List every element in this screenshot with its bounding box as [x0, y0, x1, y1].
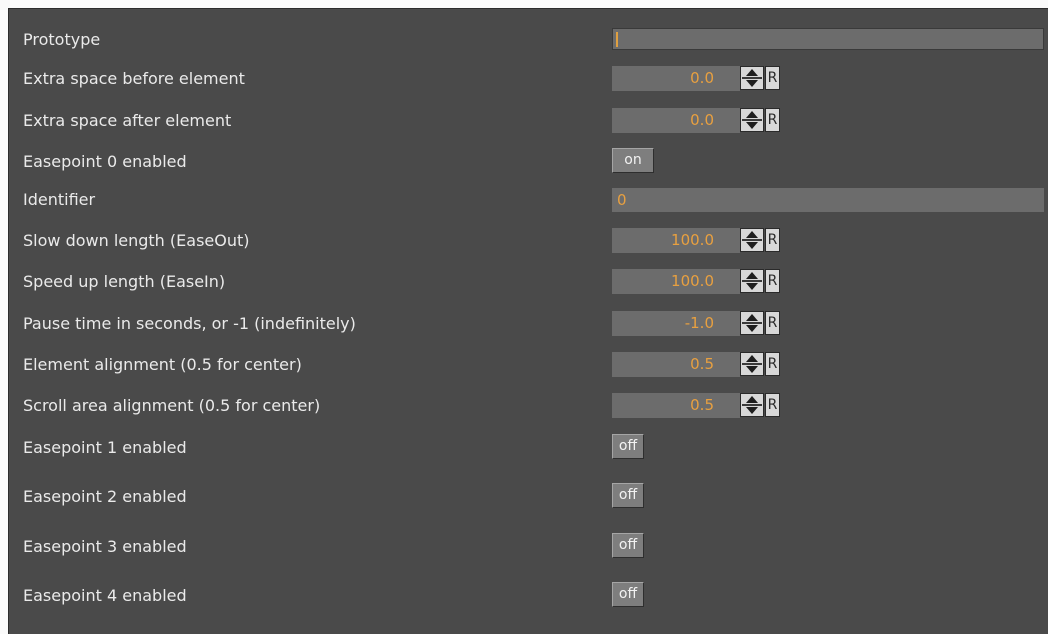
arrow-up-icon[interactable] — [746, 396, 758, 403]
slow-down-length-label: Slow down length (EaseOut) — [23, 231, 250, 250]
easepoint-4-label: Easepoint 4 enabled — [23, 586, 187, 605]
pause-time-reset-button[interactable]: R — [765, 311, 780, 335]
arrow-up-icon[interactable] — [746, 111, 758, 118]
easepoint-3-toggle[interactable]: off — [612, 533, 644, 558]
extra-space-before-spinner[interactable] — [740, 66, 764, 90]
easepoint-0-label: Easepoint 0 enabled — [23, 152, 187, 171]
identifier-label: Identifier — [23, 190, 96, 209]
element-alignment-label: Element alignment (0.5 for center) — [23, 355, 302, 374]
easepoint-2-row: Easepoint 2 enabled off — [9, 483, 1048, 511]
arrow-up-icon[interactable] — [746, 69, 758, 76]
easepoint-4-toggle[interactable]: off — [612, 582, 644, 607]
easepoint-2-label: Easepoint 2 enabled — [23, 487, 187, 506]
easepoint-0-row: Easepoint 0 enabled on — [9, 148, 1048, 176]
scroll-area-alignment-input[interactable]: 0.5 — [612, 393, 740, 418]
speed-up-length-input[interactable]: 100.0 — [612, 269, 740, 294]
extra-space-after-input[interactable]: 0.0 — [612, 108, 740, 133]
spinner-divider — [742, 77, 762, 79]
element-alignment-reset-button[interactable]: R — [765, 352, 780, 376]
properties-panel: Prototype Extra space before element 0.0… — [8, 8, 1048, 634]
arrow-up-icon[interactable] — [746, 231, 758, 238]
speed-up-length-spinner[interactable] — [740, 269, 764, 293]
easepoint-1-toggle[interactable]: off — [612, 434, 644, 459]
speed-up-length-reset-button[interactable]: R — [765, 269, 780, 293]
arrow-down-icon[interactable] — [746, 283, 758, 290]
arrow-up-icon[interactable] — [746, 314, 758, 321]
arrow-up-icon[interactable] — [746, 272, 758, 279]
slow-down-length-row: Slow down length (EaseOut) 100.0 R — [9, 227, 1048, 255]
extra-space-before-reset-button[interactable]: R — [765, 66, 780, 90]
extra-space-before-label: Extra space before element — [23, 69, 245, 88]
spinner-divider — [742, 404, 762, 406]
slow-down-length-reset-button[interactable]: R — [765, 228, 780, 252]
extra-space-after-row: Extra space after element 0.0 R — [9, 107, 1048, 135]
scroll-area-alignment-spinner[interactable] — [740, 393, 764, 417]
prototype-row: Prototype — [9, 26, 1048, 54]
extra-space-before-input[interactable]: 0.0 — [612, 66, 740, 91]
spinner-divider — [742, 322, 762, 324]
slow-down-length-spinner[interactable] — [740, 228, 764, 252]
slow-down-length-input[interactable]: 100.0 — [612, 228, 740, 253]
arrow-up-icon[interactable] — [746, 355, 758, 362]
scroll-area-alignment-label: Scroll area alignment (0.5 for center) — [23, 396, 321, 415]
element-alignment-spinner[interactable] — [740, 352, 764, 376]
pause-time-row: Pause time in seconds, or -1 (indefinite… — [9, 310, 1048, 338]
easepoint-1-label: Easepoint 1 enabled — [23, 438, 187, 457]
easepoint-3-row: Easepoint 3 enabled off — [9, 533, 1048, 561]
speed-up-length-row: Speed up length (EaseIn) 100.0 R — [9, 268, 1048, 296]
extra-space-after-reset-button[interactable]: R — [765, 108, 780, 132]
identifier-row: Identifier 0 — [9, 186, 1048, 214]
identifier-input[interactable]: 0 — [612, 188, 1044, 212]
pause-time-input[interactable]: -1.0 — [612, 311, 740, 336]
easepoint-3-label: Easepoint 3 enabled — [23, 537, 187, 556]
scroll-area-alignment-row: Scroll area alignment (0.5 for center) 0… — [9, 392, 1048, 420]
arrow-down-icon[interactable] — [746, 242, 758, 249]
prototype-label: Prototype — [23, 30, 101, 49]
spinner-divider — [742, 239, 762, 241]
easepoint-1-row: Easepoint 1 enabled off — [9, 434, 1048, 462]
extra-space-after-label: Extra space after element — [23, 111, 232, 130]
spinner-divider — [742, 119, 762, 121]
spinner-divider — [742, 363, 762, 365]
easepoint-4-row: Easepoint 4 enabled off — [9, 582, 1048, 610]
element-alignment-input[interactable]: 0.5 — [612, 352, 740, 377]
easepoint-0-toggle[interactable]: on — [612, 148, 654, 173]
pause-time-spinner[interactable] — [740, 311, 764, 335]
spinner-divider — [742, 280, 762, 282]
arrow-down-icon[interactable] — [746, 366, 758, 373]
speed-up-length-label: Speed up length (EaseIn) — [23, 272, 226, 291]
arrow-down-icon[interactable] — [746, 407, 758, 414]
prototype-input[interactable] — [612, 28, 1044, 50]
easepoint-2-toggle[interactable]: off — [612, 483, 644, 508]
extra-space-before-row: Extra space before element 0.0 R — [9, 65, 1048, 93]
element-alignment-row: Element alignment (0.5 for center) 0.5 R — [9, 351, 1048, 379]
extra-space-after-spinner[interactable] — [740, 108, 764, 132]
arrow-down-icon[interactable] — [746, 122, 758, 129]
arrow-down-icon[interactable] — [746, 325, 758, 332]
text-cursor — [616, 32, 618, 47]
pause-time-label: Pause time in seconds, or -1 (indefinite… — [23, 314, 356, 333]
arrow-down-icon[interactable] — [746, 80, 758, 87]
scroll-area-alignment-reset-button[interactable]: R — [765, 393, 780, 417]
